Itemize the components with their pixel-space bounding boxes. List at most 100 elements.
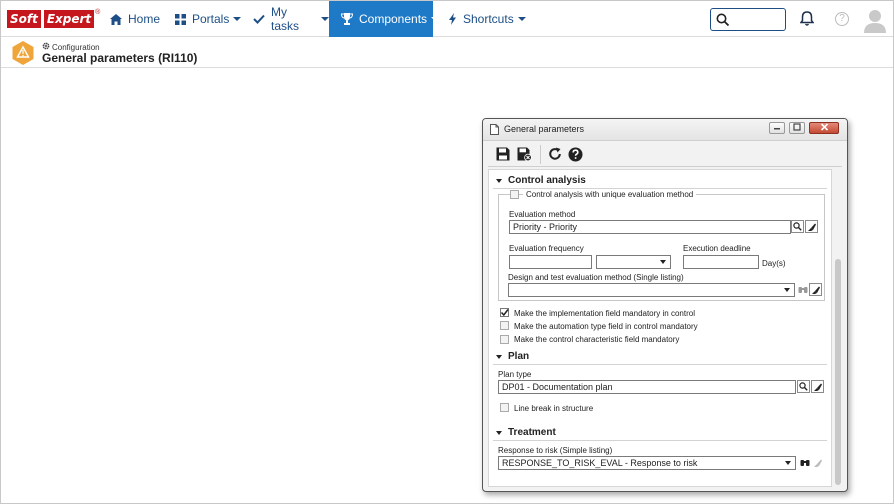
response-clear-button[interactable] — [811, 456, 824, 469]
scrollbar-thumb[interactable] — [835, 259, 841, 485]
eraser-icon — [813, 459, 822, 467]
help-button[interactable] — [567, 146, 583, 162]
implementation-mandatory-checkbox[interactable] — [500, 308, 509, 317]
section-plan[interactable]: Plan — [493, 349, 827, 365]
frequency-unit-select[interactable] — [596, 255, 671, 269]
logo-soft-text: Soft — [7, 10, 41, 28]
chevron-down-icon — [517, 17, 526, 21]
dialog-body: Control analysis Control analysis with u… — [488, 169, 832, 487]
execution-deadline-label: Execution deadline — [683, 244, 751, 253]
nav-shortcuts[interactable]: Shortcuts — [441, 1, 526, 37]
dropdown-caret-icon — [785, 461, 791, 465]
nav-home-label: Home — [128, 12, 161, 26]
minimize-icon — [774, 128, 780, 130]
softexpert-logo[interactable]: Soft Expert ® — [7, 9, 100, 29]
characteristic-mandatory-label: Make the control characteristic field ma… — [514, 335, 680, 344]
general-parameters-dialog: General parameters Control analysis Cont… — [482, 118, 848, 492]
bell-icon[interactable] — [799, 11, 815, 29]
dialog-toolbar — [488, 143, 842, 167]
check-icon — [500, 309, 509, 317]
chevron-down-icon — [321, 17, 329, 21]
eraser-icon — [807, 223, 816, 231]
unique-method-checkbox[interactable] — [510, 190, 519, 199]
eraser-icon — [813, 383, 822, 391]
chevron-down-icon — [431, 17, 440, 21]
unique-method-label: Control analysis with unique evaluation … — [523, 190, 697, 199]
evaluation-frequency-field[interactable] — [509, 255, 592, 269]
refresh-icon — [549, 147, 561, 160]
page-header: Configuration General parameters (RI110) — [1, 38, 893, 68]
dialog-title: General parameters — [504, 124, 585, 134]
logo-registered-mark: ® — [95, 9, 101, 16]
section-treatment[interactable]: Treatment — [493, 425, 827, 441]
maximize-icon — [793, 123, 801, 131]
warning-icon — [12, 41, 34, 65]
line-break-label: Line break in structure — [514, 404, 594, 413]
search-icon — [793, 222, 802, 231]
help-icon[interactable]: ? — [835, 12, 849, 26]
chevron-down-icon — [233, 17, 242, 21]
evaluation-method-search-button[interactable] — [791, 220, 804, 233]
minimize-button[interactable] — [769, 122, 785, 134]
search-icon — [716, 13, 730, 27]
implementation-mandatory-label: Make the implementation field mandatory … — [514, 309, 695, 318]
checkmark-icon — [253, 14, 265, 24]
nav-my-tasks[interactable]: My tasks — [245, 1, 329, 37]
evaluation-method-label: Evaluation method — [509, 210, 576, 219]
dialog-titlebar[interactable]: General parameters — [483, 119, 847, 141]
plan-type-label: Plan type — [498, 370, 532, 379]
close-icon — [820, 123, 828, 131]
section-plan-label: Plan — [508, 351, 530, 362]
save-and-close-button[interactable] — [516, 146, 532, 162]
save-close-icon — [517, 147, 532, 161]
nav-portals[interactable]: Portals — [167, 1, 242, 37]
lightning-icon — [448, 13, 457, 25]
response-binoculars-button[interactable] — [798, 456, 811, 469]
page-title: General parameters (RI110) — [42, 51, 198, 65]
design-test-clear-button[interactable] — [809, 283, 822, 296]
save-icon — [496, 147, 510, 161]
plan-type-search-button[interactable] — [797, 380, 810, 393]
top-navbar: Soft Expert ® Home Portals My tasks Comp… — [1, 1, 893, 37]
home-icon — [110, 13, 122, 25]
maximize-button[interactable] — [789, 122, 805, 134]
evaluation-method-clear-button[interactable] — [805, 220, 818, 233]
design-test-binoculars-button[interactable] — [796, 283, 809, 296]
section-control-analysis-label: Control analysis — [508, 175, 586, 186]
collapse-triangle-icon — [496, 178, 502, 183]
response-to-risk-label: Response to risk (Simple listing) — [498, 446, 613, 455]
eraser-icon — [811, 286, 820, 294]
evaluation-frequency-label: Evaluation frequency — [509, 244, 584, 253]
close-button[interactable] — [809, 122, 839, 134]
design-test-select[interactable] — [508, 283, 795, 297]
line-break-checkbox[interactable] — [500, 403, 509, 412]
refresh-button[interactable] — [547, 146, 563, 162]
question-icon — [568, 147, 582, 161]
grid-icon — [175, 13, 186, 25]
binoculars-icon — [798, 287, 807, 293]
nav-portals-label: Portals — [192, 12, 230, 26]
dropdown-caret-icon — [784, 288, 790, 292]
days-label: Day(s) — [762, 259, 786, 268]
nav-my-tasks-label: My tasks — [271, 5, 300, 33]
section-control-analysis[interactable]: Control analysis — [493, 173, 827, 189]
save-button[interactable] — [495, 146, 511, 162]
automation-mandatory-label: Make the automation type field in contro… — [514, 322, 698, 331]
nav-home[interactable]: Home — [101, 1, 161, 37]
collapse-triangle-icon — [496, 430, 502, 435]
plan-type-field[interactable]: DP01 - Documentation plan — [498, 380, 796, 394]
avatar[interactable] — [862, 7, 888, 33]
plan-type-clear-button[interactable] — [811, 380, 824, 393]
logo-expert-text: Expert — [41, 10, 95, 28]
nav-components[interactable]: Components — [329, 1, 440, 37]
response-to-risk-select[interactable]: RESPONSE_TO_RISK_EVAL - Response to risk — [498, 456, 796, 470]
automation-mandatory-checkbox[interactable] — [500, 321, 509, 330]
search-input[interactable] — [710, 8, 786, 31]
evaluation-method-field[interactable]: Priority - Priority — [509, 220, 791, 234]
search-icon — [799, 382, 808, 391]
collapse-triangle-icon — [496, 354, 502, 359]
nav-components-label: Components — [359, 12, 428, 26]
characteristic-mandatory-checkbox[interactable] — [500, 335, 509, 344]
dialog-scrollbar[interactable] — [834, 169, 842, 487]
execution-deadline-field[interactable] — [683, 255, 759, 269]
